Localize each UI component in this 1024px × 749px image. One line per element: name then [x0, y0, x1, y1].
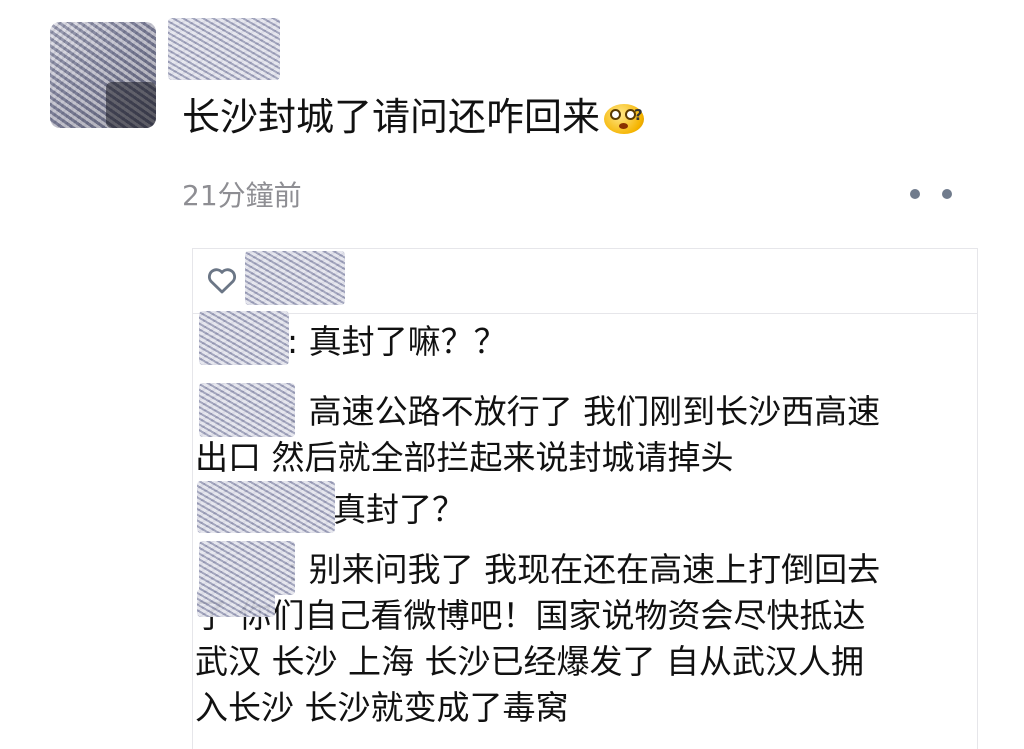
comment-item: : 高速公路不放行了 我们刚到长沙西高速 出口 然后就全部拦起来说封城请掉头 — [193, 389, 977, 481]
comment-item: : 真封了嘛？？ — [193, 319, 977, 365]
heart-icon[interactable] — [205, 263, 239, 297]
commenter-name-redacted[interactable] — [199, 541, 295, 595]
comment-line: : 高速公路不放行了 我们刚到长沙西高速 — [287, 392, 881, 431]
dizzy-face-emoji-icon: ? — [604, 98, 645, 134]
redaction-smudge — [197, 589, 275, 617]
comment-line: 武汉 长沙 上海 长沙已经爆发了 自从武汉人拥 — [195, 642, 864, 681]
username-redacted[interactable] — [168, 18, 280, 80]
post-text: 长沙封城了请问还咋回来? — [182, 92, 645, 142]
comments-panel: : 真封了嘛？？ : 高速公路不放行了 我们刚到长沙西高速 出口 然后就全部拦起… — [192, 248, 978, 749]
avatar[interactable] — [50, 22, 156, 128]
post-timestamp: 21分鐘前 — [182, 179, 302, 212]
comment-line: 入长沙 长沙就变成了毒窝 — [195, 688, 569, 727]
comment-line: 了 你们自己看微博吧！国家说物资会尽快抵达 — [195, 596, 866, 635]
more-dots-icon[interactable] — [910, 185, 952, 203]
commenter-name-redacted[interactable] — [199, 383, 295, 437]
post-body: 长沙封城了请问还咋回来 — [182, 95, 601, 139]
comment-line: 出口 然后就全部拦起来说封城请掉头 — [195, 438, 734, 477]
commenter-name-redacted[interactable] — [199, 311, 289, 365]
comment-line: : 别来问我了 我现在还在高速上打倒回去 — [287, 550, 881, 589]
liker-name-redacted[interactable] — [245, 251, 345, 305]
avatar-shadow — [106, 82, 156, 128]
likes-row — [193, 249, 977, 314]
comment-item: : 别来问我了 我现在还在高速上打倒回去 了 你们自己看微博吧！国家说物资会尽快… — [193, 547, 977, 731]
comment-line: : 真封了嘛？？ — [287, 322, 507, 361]
commenter-name-redacted[interactable] — [197, 481, 335, 533]
